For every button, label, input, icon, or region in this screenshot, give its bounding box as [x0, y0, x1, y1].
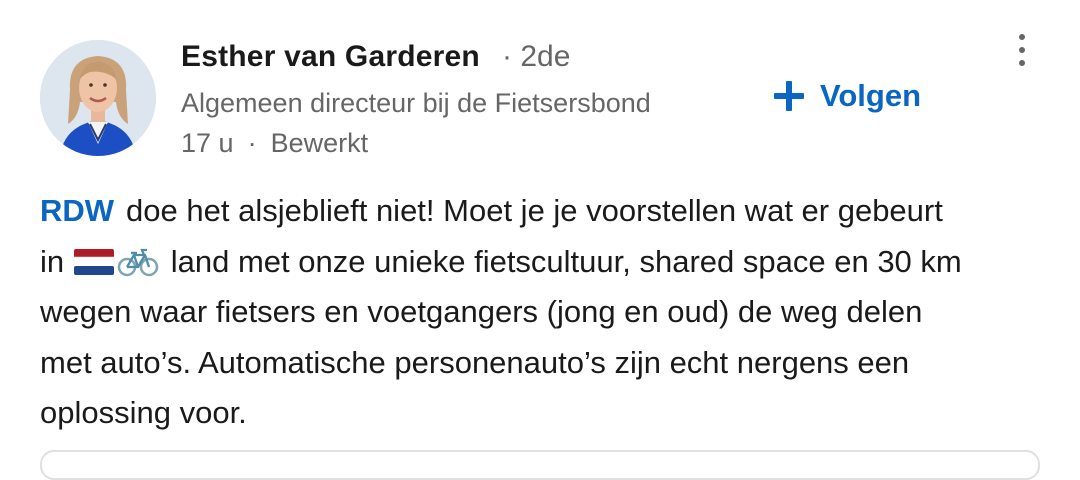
post-line: in land met onze unieke fietscultuur, sh… — [40, 237, 1050, 288]
embedded-card-edge — [40, 450, 1040, 480]
mention-rdw[interactable]: RDW — [40, 193, 114, 228]
post-line: RDW doe het alsjeblieft niet! Moet je je … — [40, 186, 1050, 237]
post-body: RDW doe het alsjeblieft niet! Moet je je … — [40, 186, 1050, 439]
profile-photo — [40, 40, 156, 156]
feed-post: Esther van Garderen · 2de Algemeen direc… — [0, 0, 1080, 480]
follow-label: Volgen — [820, 78, 922, 113]
post-line: met auto’s. Automatische personenauto’s … — [40, 344, 910, 380]
avatar[interactable] — [40, 40, 156, 156]
bicycle-icon — [117, 248, 159, 276]
post-time: 17 u — [181, 128, 234, 158]
post-line: oplossing voor. — [40, 395, 247, 430]
post-meta: 17 u · Bewerkt — [181, 128, 368, 159]
post-text-segment: land met onze unieke fietscultuur, share… — [170, 243, 962, 279]
author-name[interactable]: Esther van Garderen — [181, 40, 480, 74]
plus-icon — [774, 81, 804, 111]
post-text-segment: doe het alsjeblieft niet! Moet je je voo… — [126, 193, 943, 228]
meta-separator: · — [247, 128, 257, 158]
author-headline: Algemeen directeur bij de Fietsersbond — [181, 88, 651, 118]
more-options-icon[interactable] — [1008, 30, 1036, 70]
netherlands-flag-icon — [73, 248, 115, 275]
edited-label: Bewerkt — [270, 128, 369, 158]
follow-button[interactable]: Volgen — [772, 74, 921, 118]
connection-degree: · 2de — [502, 40, 571, 73]
post-line: wegen waar fietsers en voetgangers (jong… — [40, 294, 923, 329]
post-text-segment: in — [40, 243, 65, 279]
